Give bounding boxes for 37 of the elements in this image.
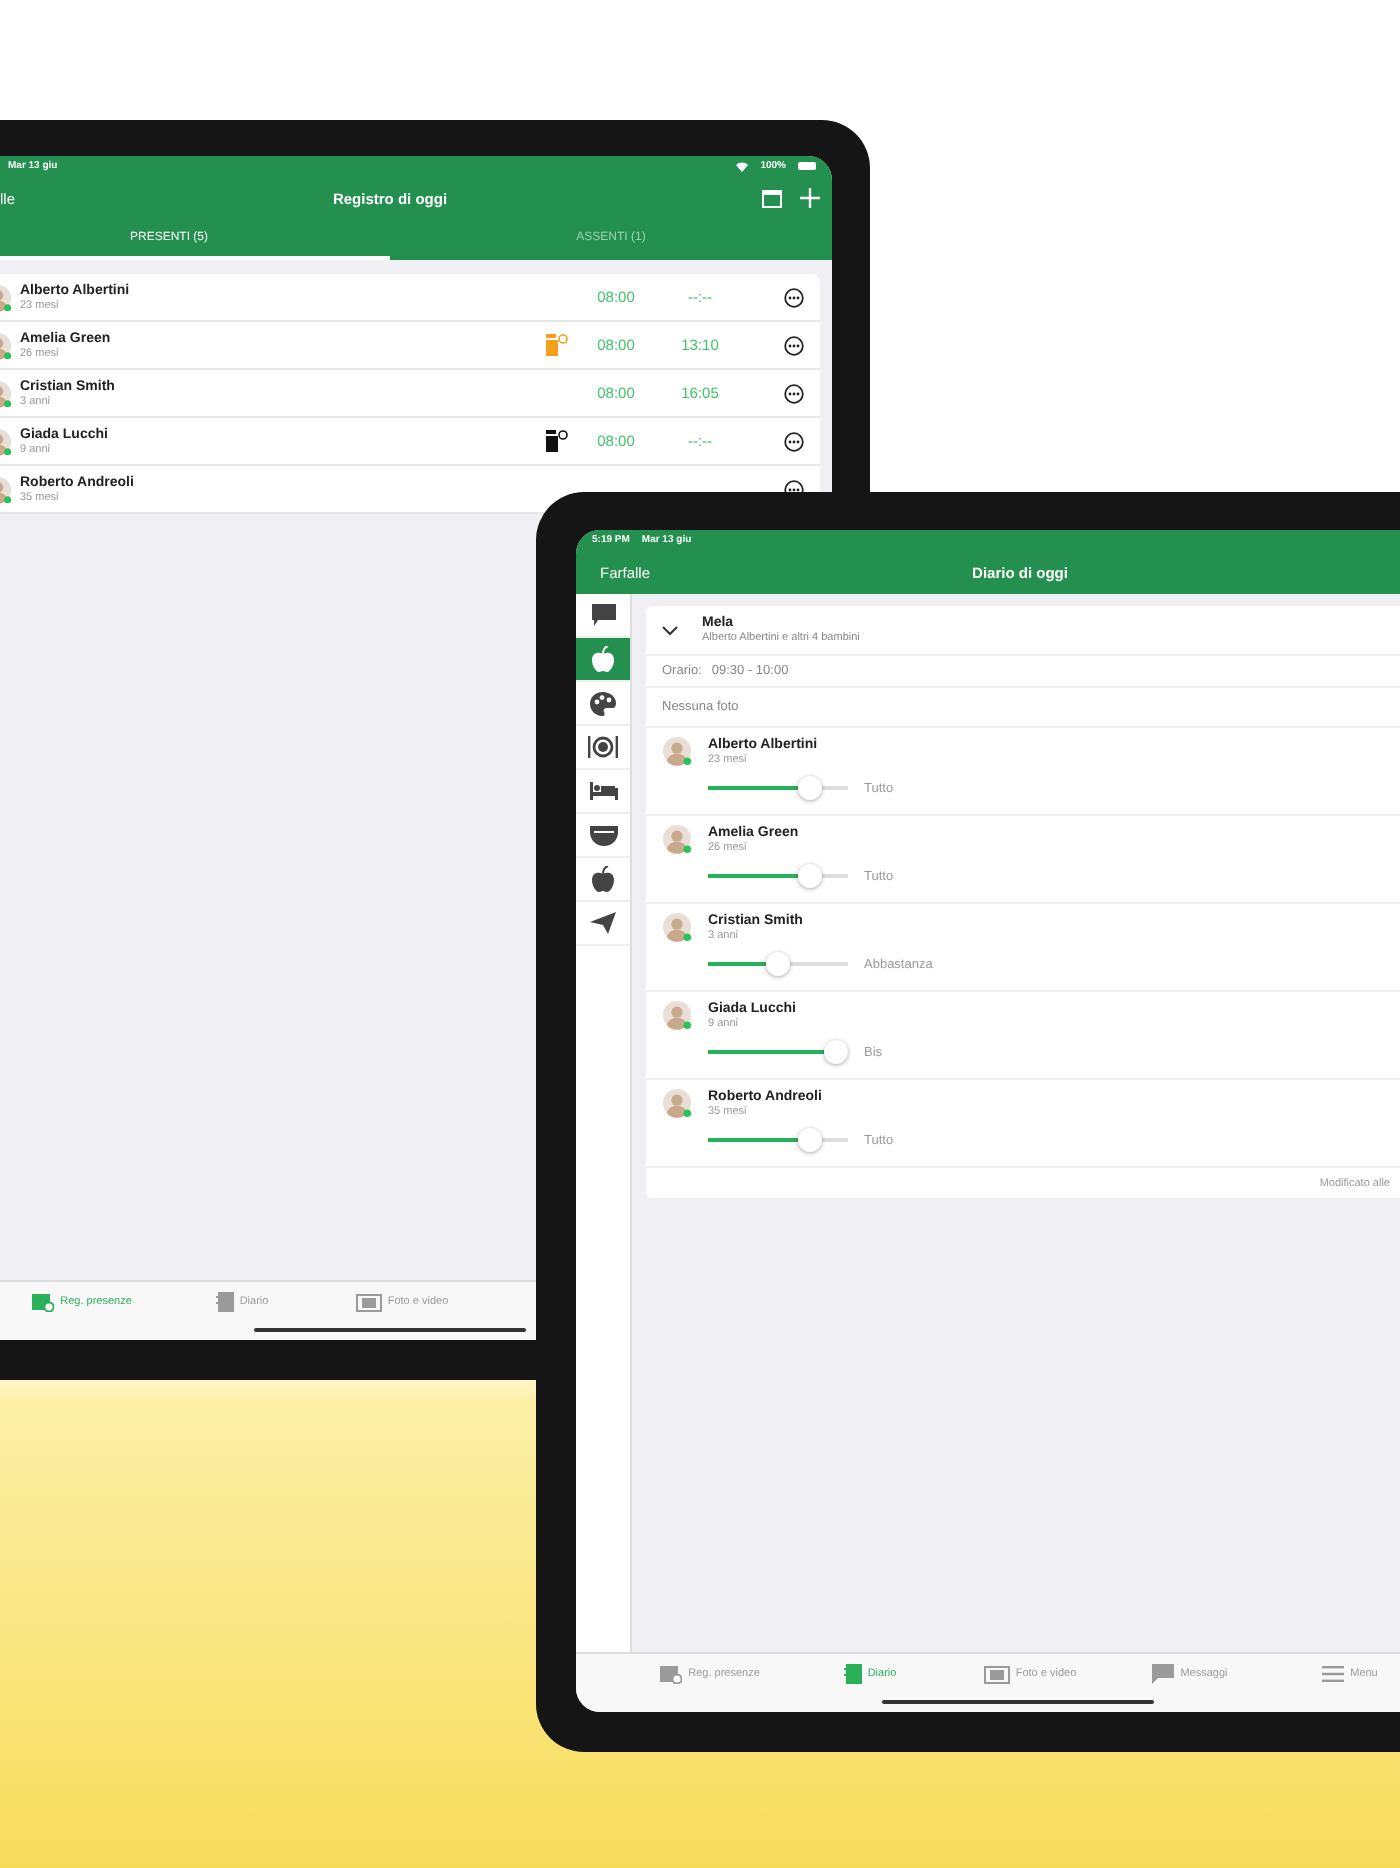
calendar-icon: [660, 1664, 683, 1684]
calendar-icon: [32, 1292, 55, 1312]
chevron-icon[interactable]: [662, 625, 678, 635]
avatar-icon: [662, 824, 692, 854]
bed-icon: [589, 782, 617, 800]
menu-icon: [1322, 1666, 1345, 1682]
battery-icon: [798, 162, 816, 170]
avatar-icon: [662, 912, 692, 942]
avatar-icon: [662, 736, 692, 766]
chat-icon: [591, 604, 615, 626]
avatar-icon: [662, 1088, 692, 1118]
calendar-icon[interactable]: [762, 189, 782, 207]
apple-icon: [592, 866, 614, 892]
amount-slider[interactable]: [708, 1128, 848, 1152]
photo-icon: [983, 1665, 1010, 1683]
more-icon[interactable]: [784, 335, 804, 355]
chat-icon: [1152, 1664, 1175, 1684]
photo-icon: [355, 1293, 382, 1311]
bottle-icon: [546, 334, 568, 356]
amount-slider[interactable]: [708, 1040, 848, 1064]
apple-icon: [592, 646, 614, 672]
amount-slider[interactable]: [708, 776, 848, 800]
bottle-icon: [546, 430, 568, 452]
plate-icon: [588, 736, 618, 758]
more-icon[interactable]: [784, 287, 804, 307]
diaper-icon: [589, 825, 617, 845]
palette-icon: [590, 691, 616, 715]
add-icon[interactable]: [800, 188, 820, 208]
amount-slider[interactable]: [708, 952, 848, 976]
more-icon[interactable]: [784, 383, 804, 403]
more-icon[interactable]: [784, 431, 804, 451]
notebook-icon: [843, 1664, 862, 1684]
notebook-icon: [215, 1292, 234, 1312]
amount-slider[interactable]: [708, 864, 848, 888]
wifi-icon: [736, 161, 749, 171]
paper-plane-icon: [590, 912, 616, 934]
avatar-icon: [662, 1000, 692, 1030]
